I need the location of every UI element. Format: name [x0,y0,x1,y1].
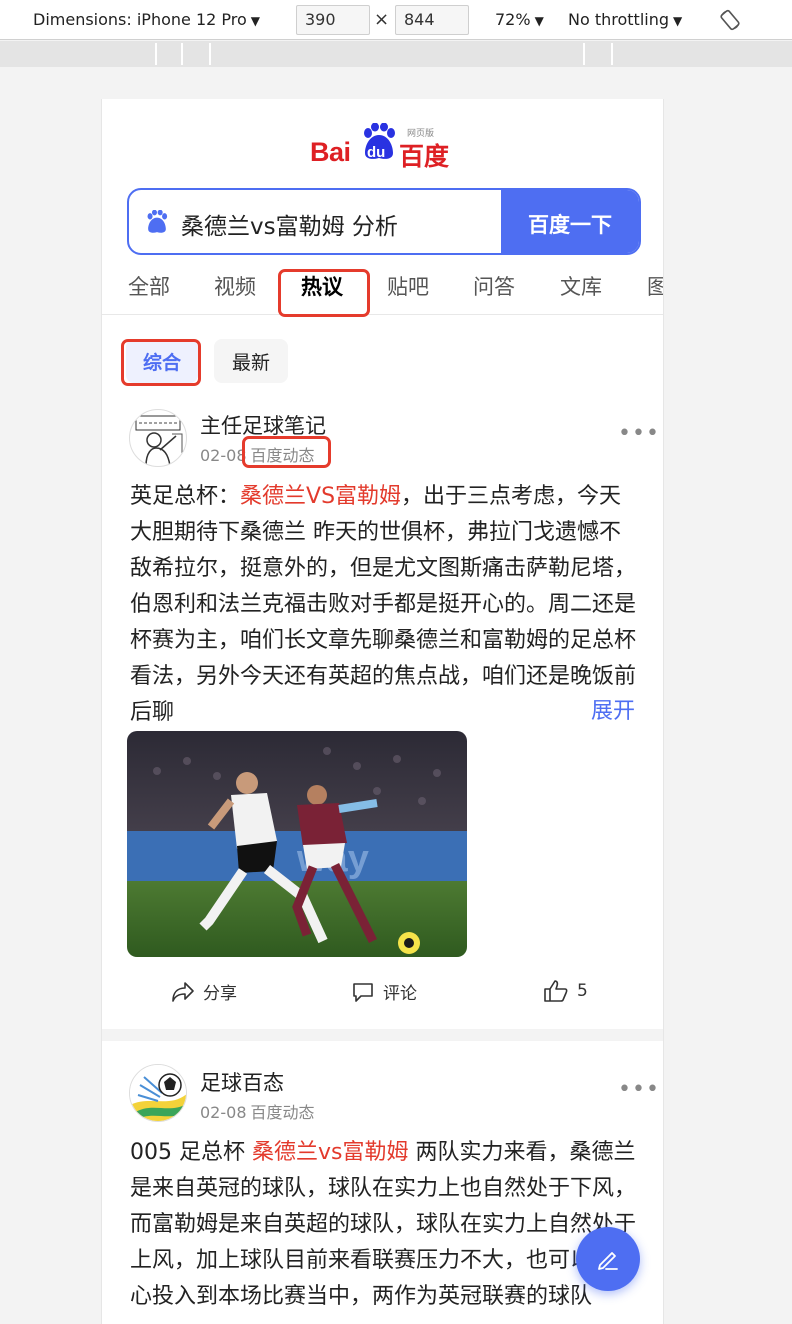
logo-latin-text: Bai [310,137,351,167]
search-box[interactable]: 桑德兰vs富勒姆 分析 百度一下 [127,188,641,255]
caret-down-icon: ▼ [250,14,261,28]
share-icon [172,981,194,1002]
tab-tieba[interactable]: 贴吧 [387,271,429,301]
tab-library[interactable]: 文库 [560,271,602,301]
share-button[interactable]: 分享 [171,979,237,1004]
paw-icon [147,210,168,233]
tab-video[interactable]: 视频 [214,271,256,301]
filter-latest[interactable]: 最新 [214,339,288,383]
tab-qa[interactable]: 问答 [473,271,515,301]
post-author[interactable]: 足球百态 [200,1067,284,1097]
avatar[interactable] [129,409,187,467]
share-label: 分享 [203,984,237,1004]
thumbs-up-icon [544,980,568,1002]
logo-chinese-text: 百度 [399,142,450,171]
tab-images[interactable]: 图 [647,271,663,301]
filter-annotation-box [121,339,201,386]
throttling-dropdown[interactable]: No throttling ▼ [568,10,682,29]
caret-down-icon: ▼ [534,14,544,28]
viewport-width-input[interactable]: 390 [296,5,370,35]
dimension-separator: × [374,9,390,30]
avatar[interactable] [129,1064,187,1122]
post-body[interactable]: 005 足总杯 桑德兰vs富勒姆 两队实力来看，桑德兰是来自英冠的球队，球队在实… [130,1135,640,1324]
post-divider [102,1029,663,1041]
zoom-dropdown[interactable]: 72% ▼ [495,10,544,29]
baidu-logo[interactable]: Bai du 网页版 百度 [310,123,460,171]
post-actions: 分享 评论 5 [102,979,663,1009]
caret-down-icon: ▼ [673,14,683,28]
like-count: 5 [577,981,588,1001]
like-button[interactable]: 5 [543,979,588,1003]
viewport-height-input[interactable]: 844 [395,5,469,35]
rotate-device-icon[interactable] [718,8,742,32]
comment-button[interactable]: 评论 [351,979,417,1004]
compose-button[interactable] [576,1227,640,1291]
post-image[interactable]: way [127,731,467,957]
post-text-prefix: 英足总杯： [130,484,241,509]
expand-link[interactable]: 展开 [551,693,636,725]
tab-all[interactable]: 全部 [128,271,170,301]
source-annotation-box [242,436,331,468]
device-dimensions-label: Dimensions: iPhone 12 Pro [33,10,247,29]
comment-label: 评论 [383,984,417,1004]
result-tabs: 全部 视频 热议 贴吧 问答 文库 图 [102,269,663,317]
more-options-icon[interactable]: ••• [618,421,660,446]
post-text-rest: 两队实力来看，桑德兰是来自英冠的球队，球队在实力上也自然处于下风，而富勒姆是来自… [130,1140,637,1309]
search-input[interactable]: 桑德兰vs富勒姆 分析 [181,207,398,241]
post-date: 02-08 [200,446,247,465]
comment-icon [353,982,373,1002]
pencil-icon [598,1252,618,1270]
post-date: 02-08 [200,1103,247,1122]
post-source: 百度动态 [250,1103,315,1122]
post-text-highlight: 桑德兰VS富勒姆 [240,484,402,509]
post-text-highlight: 桑德兰vs富勒姆 [251,1140,409,1165]
post-text-prefix: 005 足总杯 [130,1140,252,1165]
logo-du-text: du [367,144,386,161]
more-options-icon[interactable]: ••• [618,1077,660,1102]
zoom-label: 72% [495,10,531,29]
mobile-viewport: Bai du 网页版 百度 桑德兰vs富勒姆 分析 百度一下 全部 视频 热议 … [101,99,664,1324]
devtools-toolbar: Dimensions: iPhone 12 Pro ▼ 390 × 844 72%… [0,0,792,40]
post-meta: 02-08 百度动态 [200,1099,315,1123]
search-button[interactable]: 百度一下 [501,190,639,253]
post-text-rest: ，出于三点考虑，今天大胆期待下桑德兰 昨天的世俱杯，弗拉门戈遗憾不敌希拉尔，挺意… [130,484,637,725]
device-dimensions-dropdown[interactable]: Dimensions: iPhone 12 Pro ▼ [33,10,260,29]
media-query-ruler [0,41,792,67]
tab-annotation-box [278,269,370,317]
throttling-label: No throttling [568,10,670,29]
